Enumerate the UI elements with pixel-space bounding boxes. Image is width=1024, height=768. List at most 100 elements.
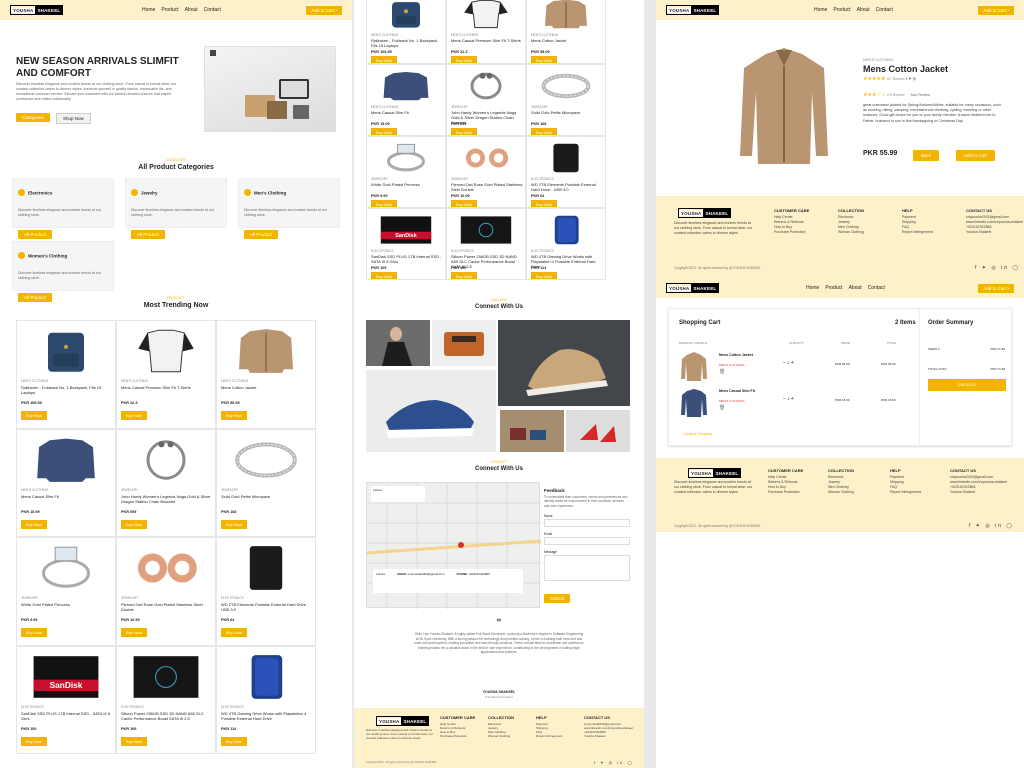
- buy-now-button[interactable]: Buy Now: [221, 519, 248, 529]
- product-image[interactable]: [21, 542, 111, 594]
- nav-contact[interactable]: Contact: [868, 285, 885, 291]
- buy-now-button[interactable]: Buy Now: [371, 56, 398, 63]
- product-image[interactable]: [121, 542, 211, 594]
- nav-contact[interactable]: Contact: [876, 7, 893, 13]
- product-card[interactable]: MEN'S CLOTHING Mens Cotton Jacket PKR 55.9…: [216, 320, 316, 429]
- add-to-cart-nav-button[interactable]: Add to Cart •: [978, 5, 1014, 15]
- all-product-button[interactable]: All Product: [131, 230, 165, 239]
- product-card[interactable]: ELECTRONICS WD 4TB Gaming Drive Works wit…: [216, 645, 316, 754]
- map[interactable]: Lahore Lahore EMAIL smyousha2002@gmail.c…: [366, 482, 542, 609]
- footer-logo[interactable]: YOUSHA SHAKEEL: [678, 208, 732, 218]
- product-image[interactable]: [531, 0, 601, 31]
- message-textarea[interactable]: [544, 555, 630, 582]
- product-image[interactable]: [371, 141, 441, 175]
- product-image[interactable]: [221, 542, 311, 594]
- buy-now-button[interactable]: Buy Now: [21, 411, 48, 420]
- nav-home[interactable]: Home: [142, 7, 155, 13]
- brand-logo[interactable]: YOUSHA SHAKEEL: [10, 5, 64, 15]
- back-button[interactable]: Back: [913, 150, 940, 161]
- buy-now-button[interactable]: Buy Now: [121, 411, 148, 420]
- product-image[interactable]: [121, 651, 211, 703]
- product-card[interactable]: JEWELERY White Gold Plated Princess PKR 9.…: [366, 136, 446, 208]
- nav-about[interactable]: About: [185, 7, 198, 13]
- nav-product[interactable]: Product: [825, 285, 842, 291]
- buy-now-button[interactable]: Buy Now: [221, 628, 248, 637]
- your-rating-stars[interactable]: ★★★☆☆ 2.5 Review Your Review: [863, 92, 930, 98]
- product-image[interactable]: [451, 141, 521, 175]
- product-image[interactable]: SanDisk: [21, 651, 111, 703]
- product-image[interactable]: [451, 213, 521, 247]
- add-to-cart-button[interactable]: Add to Cart: [956, 150, 995, 161]
- nav-home[interactable]: Home: [814, 7, 827, 13]
- trash-icon[interactable]: 🗑: [719, 369, 725, 375]
- buy-now-button[interactable]: Buy Now: [531, 200, 558, 207]
- nav-about[interactable]: About: [857, 7, 870, 13]
- nav-product[interactable]: Product: [161, 7, 178, 13]
- footer-logo[interactable]: YOUSHA SHAKEEL: [688, 468, 742, 478]
- buy-now-button[interactable]: Buy Now: [21, 519, 48, 529]
- quantity-stepper[interactable]: − 1 +: [783, 360, 794, 366]
- nav-home[interactable]: Home: [806, 285, 819, 291]
- buy-now-button[interactable]: Buy Now: [371, 272, 398, 279]
- product-image[interactable]: [371, 0, 441, 31]
- product-card[interactable]: MEN'S CLOTHING Mens Casual Slim Fit PKR 15…: [366, 64, 446, 136]
- continue-shopping-link[interactable]: ← Continue Shopping: [679, 432, 712, 436]
- product-card[interactable]: JEWELERY Solid Gold Petite Micropave PKR 1…: [216, 428, 316, 537]
- nav-about[interactable]: About: [849, 285, 862, 291]
- all-product-button[interactable]: All Product: [18, 230, 52, 239]
- nav-contact[interactable]: Contact: [204, 7, 221, 13]
- brand-logo[interactable]: YOUSHA SHAKEEL: [666, 283, 720, 293]
- trash-icon[interactable]: 🗑: [719, 405, 725, 411]
- footer-logo[interactable]: YOUSHA SHAKEEL: [376, 716, 430, 726]
- product-image[interactable]: [21, 434, 111, 486]
- product-card[interactable]: JEWELERY Solid Gold Petite Micropave PKR 1…: [526, 64, 606, 136]
- buy-now-button[interactable]: Buy Now: [121, 736, 148, 746]
- product-card[interactable]: JEWELERY White Gold Plated Princess PKR 9.…: [16, 537, 116, 646]
- product-card[interactable]: MEN'S CLOTHING Mens Cotton Jacket PKR 55.9…: [526, 0, 606, 64]
- product-card[interactable]: JEWELERY John Hardy Women's Legends Naga …: [116, 428, 216, 537]
- product-image[interactable]: [531, 69, 601, 103]
- product-image[interactable]: [121, 325, 211, 377]
- product-card[interactable]: ELECTRONICS WD 4TB Gaming Drive Works wit…: [526, 208, 606, 280]
- product-card[interactable]: JEWELERY Pierced Owl Rose Gold Plated Sta…: [446, 136, 526, 208]
- product-card[interactable]: SanDisk ELECTRONICS SanDisk SSD PLUS 1TB I…: [16, 645, 116, 754]
- buy-now-button[interactable]: Buy Now: [221, 411, 248, 420]
- product-image[interactable]: [221, 651, 311, 703]
- product-image[interactable]: [531, 141, 601, 175]
- buy-now-button[interactable]: Buy Now: [121, 519, 148, 529]
- product-image[interactable]: [531, 213, 601, 247]
- quantity-stepper[interactable]: − 1 +: [783, 396, 794, 402]
- add-to-cart-nav-button[interactable]: Add to Cart •: [978, 283, 1014, 293]
- buy-now-button[interactable]: Buy Now: [21, 628, 48, 637]
- name-input[interactable]: [544, 519, 630, 528]
- buy-now-button[interactable]: Buy Now: [451, 56, 478, 63]
- buy-now-button[interactable]: Buy Now: [221, 736, 248, 746]
- categories-button[interactable]: Categories: [16, 113, 50, 122]
- email-input[interactable]: [544, 537, 630, 546]
- buy-now-button[interactable]: Buy Now: [371, 200, 398, 207]
- product-card[interactable]: ELECTRONICS WD 2TB Elements Portable Exte…: [216, 537, 316, 646]
- add-to-cart-nav-button[interactable]: Add to Cart •: [306, 5, 342, 15]
- buy-now-button[interactable]: Buy Now: [531, 128, 558, 135]
- product-card[interactable]: ELECTRONICS Silicon Power 256GB SSD 3D NA…: [116, 645, 216, 754]
- submit-button[interactable]: Submit: [544, 594, 571, 604]
- product-image[interactable]: [221, 325, 311, 377]
- buy-now-button[interactable]: Buy Now: [531, 56, 558, 63]
- social-icons[interactable]: f ✦ ◎ in ◯: [594, 760, 634, 765]
- product-card[interactable]: MEN'S CLOTHING Fjallraven - Foldsack No. …: [366, 0, 446, 64]
- product-card[interactable]: ELECTRONICS Silicon Power 256GB SSD 3D NA…: [446, 208, 526, 280]
- social-icons[interactable]: f ✦ ◎ in ◯: [975, 265, 1020, 271]
- buy-now-button[interactable]: Buy Now: [451, 200, 478, 207]
- product-card[interactable]: SanDisk ELECTRONICS SanDisk SSD PLUS 1TB I…: [366, 208, 446, 280]
- product-image[interactable]: [451, 69, 521, 103]
- product-card[interactable]: MEN'S CLOTHING Fjallraven - Foldsack No. …: [16, 320, 116, 429]
- buy-now-button[interactable]: Buy Now: [451, 272, 478, 279]
- buy-now-button[interactable]: Buy Now: [531, 272, 558, 279]
- social-icons[interactable]: f ✦ ◎ in ◯: [969, 523, 1014, 529]
- buy-now-button[interactable]: Buy Now: [121, 628, 148, 637]
- share-icons[interactable]: f ✦ ◎: [906, 76, 916, 81]
- product-card[interactable]: MEN'S CLOTHING Mens Casual Premium Slim F…: [116, 320, 216, 429]
- product-card[interactable]: JEWELERY Pierced Owl Rose Gold Plated Sta…: [116, 537, 216, 646]
- product-card[interactable]: ELECTRONICS WD 2TB Elements Portable Exte…: [526, 136, 606, 208]
- product-image[interactable]: [21, 325, 111, 377]
